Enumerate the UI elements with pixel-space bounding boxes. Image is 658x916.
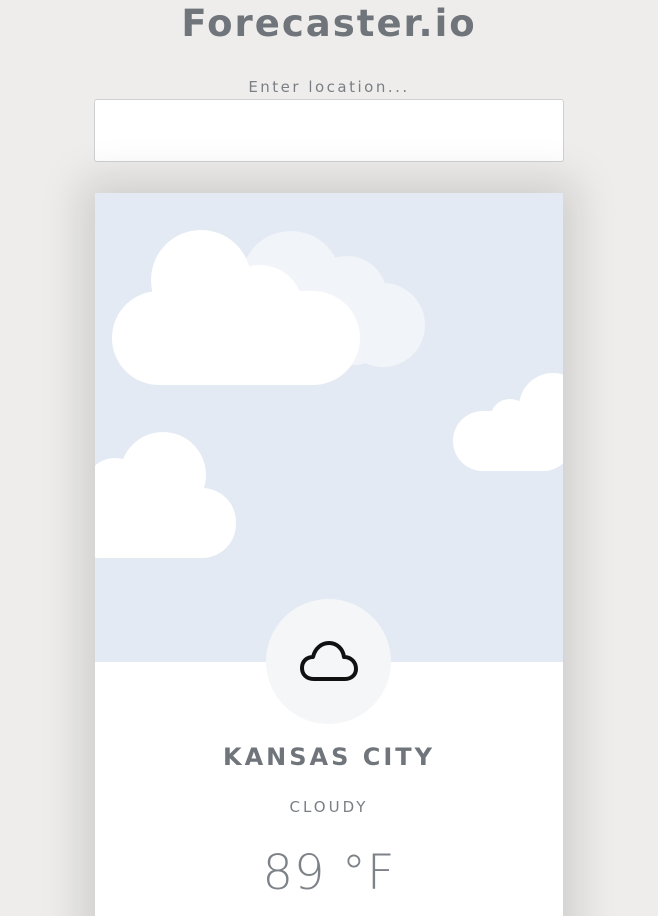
page: Forecaster.io Enter location... KANSAS C…	[0, 0, 658, 916]
clouds-illustration	[95, 230, 563, 558]
cloud-lower-left	[95, 432, 236, 558]
weather-condition: CLOUDY	[289, 798, 369, 816]
temperature: 89 °F	[262, 845, 396, 901]
location-input[interactable]	[94, 99, 564, 162]
app-title: Forecaster.io	[181, 2, 477, 45]
weather-card: KANSAS CITY CLOUDY 89 °F	[95, 193, 563, 916]
cloud-icon	[299, 640, 358, 681]
city-name: KANSAS CITY	[222, 743, 436, 771]
weather-icon-badge	[266, 599, 391, 724]
sky-illustration	[95, 193, 563, 662]
location-label: Enter location...	[248, 78, 410, 96]
cloud-right	[453, 373, 563, 471]
